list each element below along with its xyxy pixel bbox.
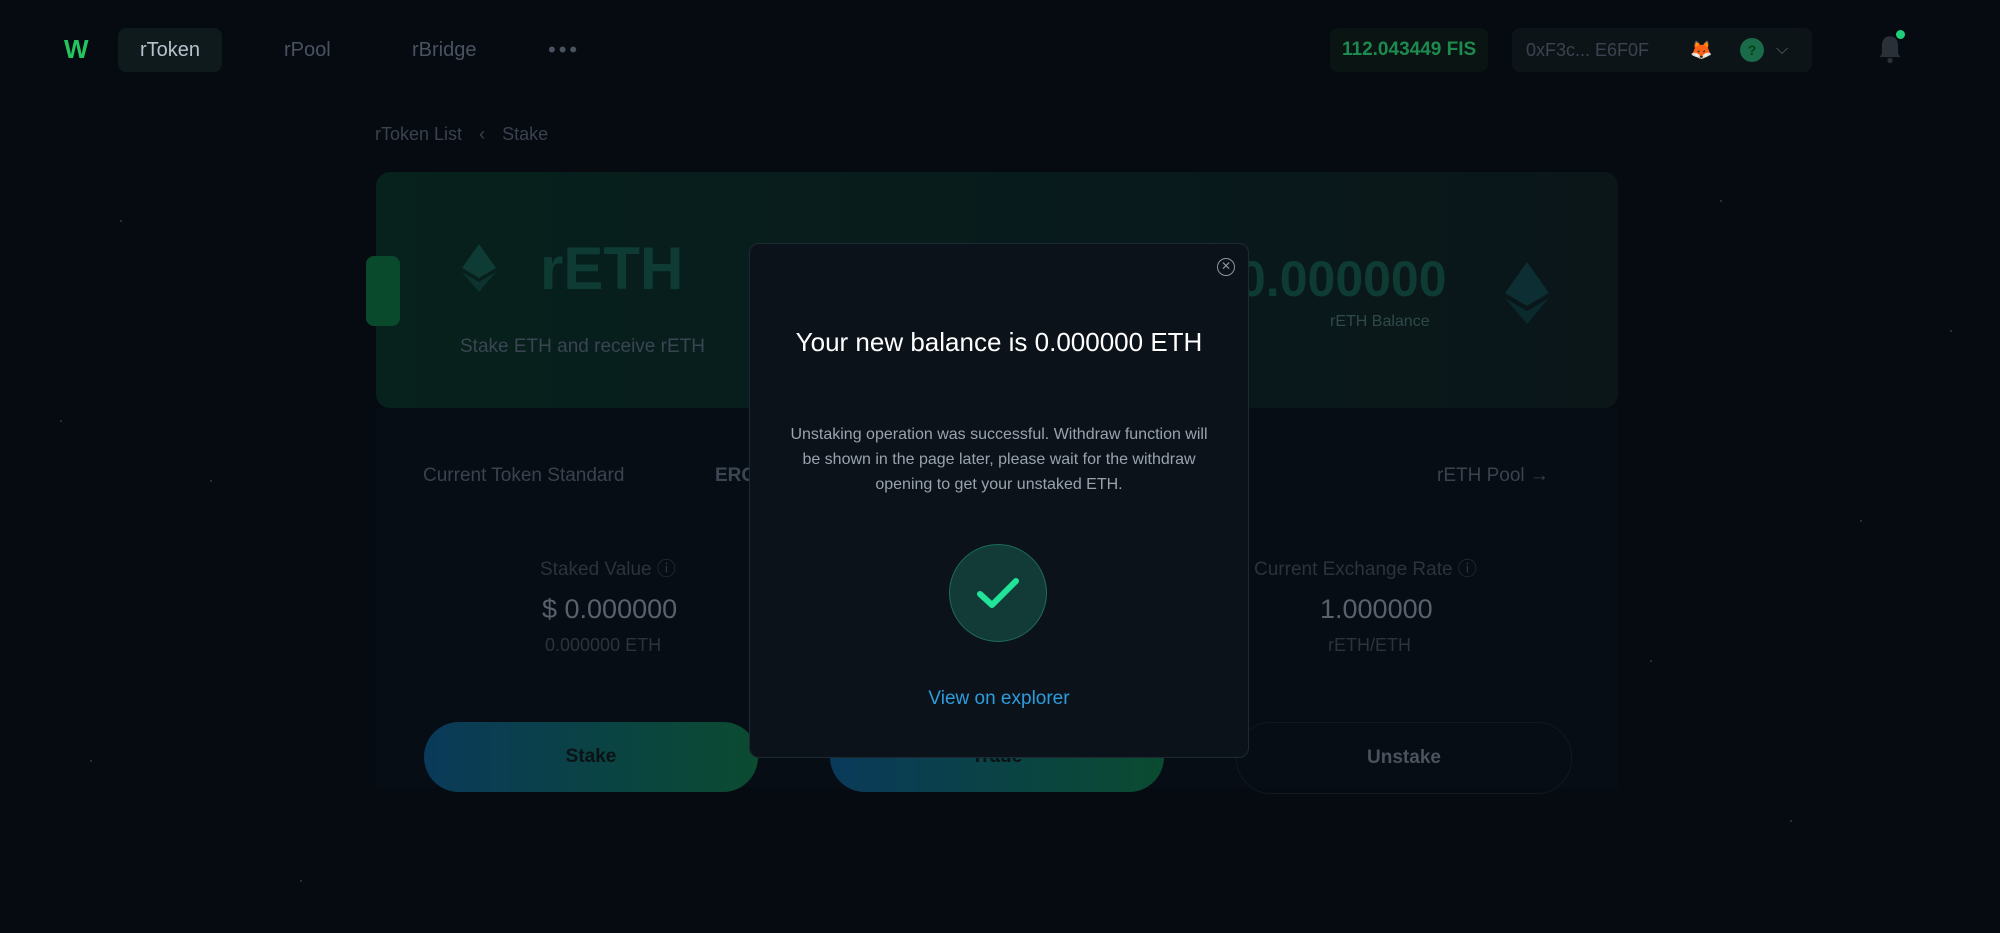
- breadcrumb: rToken List ‹ Stake: [375, 124, 548, 145]
- info-icon[interactable]: ⓘ: [1458, 559, 1477, 580]
- eth-watermark-icon: [1505, 262, 1549, 324]
- pool-link-label: rETH Pool: [1437, 465, 1525, 486]
- notification-dot: [1896, 30, 1905, 39]
- token-title: rETH: [540, 235, 684, 302]
- more-menu-icon[interactable]: •••: [548, 28, 580, 72]
- pool-link[interactable]: rETH Pool →: [1437, 465, 1549, 487]
- view-on-explorer-link[interactable]: View on explorer: [780, 688, 1218, 710]
- success-modal: [749, 243, 1249, 758]
- exchange-rate-label: Current Exchange Rate ⓘ: [1254, 559, 1477, 580]
- eth-icon: [462, 244, 496, 292]
- modal-title: Your new balance is 0.000000 ETH: [795, 327, 1203, 357]
- exchange-rate-value: 1.000000: [1320, 594, 1433, 624]
- breadcrumb-current: Stake: [502, 124, 549, 144]
- breadcrumb-separator: ‹: [479, 124, 486, 144]
- chevron-down-icon[interactable]: ⌵: [1776, 32, 1788, 68]
- tab-rpool[interactable]: rPool: [262, 28, 353, 72]
- modal-message: Unstaking operation was successful. With…: [790, 426, 1208, 493]
- checkmark-icon: [977, 578, 1019, 608]
- unstake-button[interactable]: Unstake: [1236, 722, 1572, 794]
- metamask-icon: 🦊: [1690, 40, 1713, 60]
- wallet-address: 0xF3c... E6F0F: [1526, 40, 1650, 60]
- breadcrumb-root[interactable]: rToken List: [375, 124, 462, 144]
- staked-value-label: Staked Value ⓘ: [540, 559, 676, 580]
- reth-balance-value: 0.000000: [1238, 251, 1447, 307]
- hero-side-tab: [366, 256, 400, 326]
- success-status: [949, 544, 1047, 642]
- exchange-rate-unit: rETH/ETH: [1328, 635, 1411, 655]
- token-standard-label: Current Token Standard: [423, 465, 625, 486]
- fis-balance: 112.043449 FIS: [1330, 28, 1489, 72]
- token-subtitle: Stake ETH and receive rETH: [460, 336, 705, 357]
- info-icon[interactable]: ⓘ: [657, 559, 676, 580]
- arrow-right-icon: →: [1529, 465, 1549, 486]
- logo[interactable]: W: [64, 34, 94, 64]
- tab-rtoken[interactable]: rToken: [118, 28, 223, 72]
- tab-rbridge[interactable]: rBridge: [390, 28, 498, 72]
- staked-value: $ 0.000000: [542, 594, 678, 624]
- reth-balance-label: rETH Balance: [1330, 313, 1430, 330]
- close-circle-icon[interactable]: ✕: [1217, 258, 1235, 276]
- stake-button[interactable]: Stake: [424, 722, 758, 792]
- network-icon: ?: [1740, 38, 1764, 62]
- staked-eth: 0.000000 ETH: [545, 635, 662, 655]
